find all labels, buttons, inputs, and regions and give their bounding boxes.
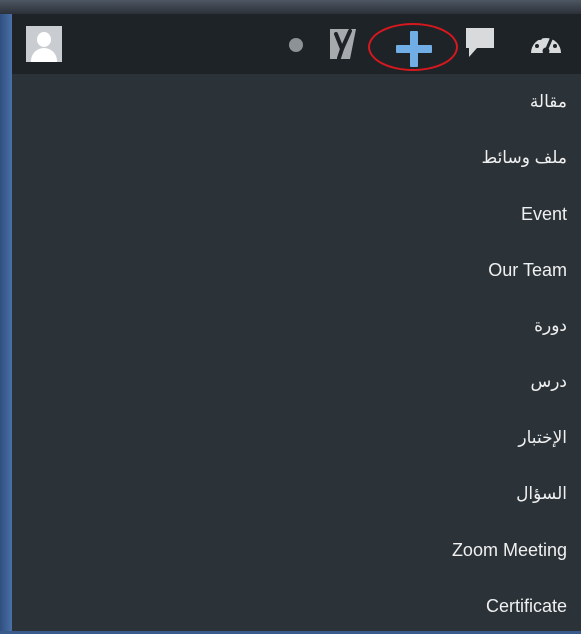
menu-item-event[interactable]: Event [12, 186, 581, 242]
menu-item-question[interactable]: السؤال [12, 466, 581, 522]
admin-bar [12, 14, 581, 74]
window-top-strip [0, 0, 581, 14]
menu-item-post[interactable]: مقالة [12, 74, 581, 130]
menu-item-quiz[interactable]: الإختبار [12, 410, 581, 466]
menu-item-certificate[interactable]: Certificate [12, 578, 581, 634]
yoast-icon[interactable] [326, 25, 362, 61]
menu-item-media[interactable]: ملف وسائط [12, 130, 581, 186]
new-content-dropdown-menu: مقالة ملف وسائط Event Our Team دورة درس … [12, 74, 581, 631]
menu-item-zoom-meeting[interactable]: Zoom Meeting [12, 522, 581, 578]
avatar-icon[interactable] [26, 26, 62, 62]
add-new-button[interactable] [368, 14, 464, 74]
menu-item-lesson[interactable]: درس [12, 354, 581, 410]
avatar-body [31, 48, 57, 62]
avatar-head [37, 32, 51, 47]
dashboard-gauge-icon[interactable] [528, 26, 564, 62]
comment-icon[interactable] [464, 26, 498, 60]
status-dot-icon[interactable] [289, 38, 303, 52]
menu-item-course[interactable]: دورة [12, 298, 581, 354]
menu-item-our-team[interactable]: Our Team [12, 242, 581, 298]
plus-icon-vertical [410, 31, 418, 67]
window-frame [0, 14, 12, 631]
